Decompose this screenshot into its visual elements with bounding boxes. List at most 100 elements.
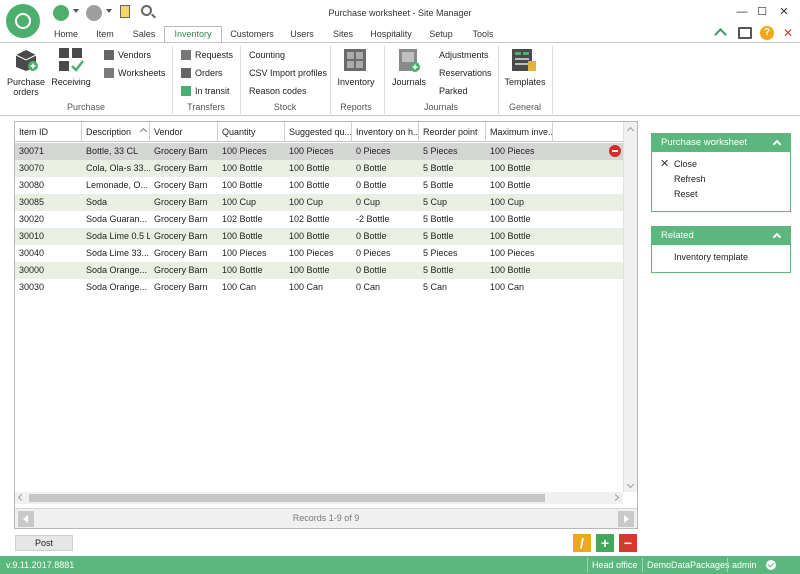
table-row[interactable]: 30085 Soda Grocery Barn 100 Cup 100 Cup … xyxy=(15,194,623,211)
cell-vendor: Grocery Barn xyxy=(154,265,208,275)
column-header-vendor[interactable]: Vendor xyxy=(150,122,218,142)
window-close-button[interactable]: ✕ xyxy=(774,4,794,20)
refresh-action[interactable]: Refresh xyxy=(652,172,790,187)
close-page-icon[interactable]: ✕ xyxy=(782,27,794,39)
worksheets-icon xyxy=(104,68,114,78)
parked-button[interactable]: Parked xyxy=(439,84,468,98)
ribbon-separator xyxy=(552,46,553,114)
requests-button[interactable]: Requests xyxy=(181,48,233,62)
panel-title: Purchase worksheet xyxy=(661,137,748,148)
table-row[interactable]: 30080 Lemonade, O... Grocery Barn 100 Bo… xyxy=(15,177,623,194)
horizontal-scrollbar[interactable] xyxy=(15,492,623,504)
related-panel-header[interactable]: Related xyxy=(652,227,790,245)
collapse-panel-icon[interactable] xyxy=(772,139,782,149)
next-page-button[interactable] xyxy=(618,511,634,527)
tab-users[interactable]: Users xyxy=(284,28,320,42)
tab-item[interactable]: Item xyxy=(89,28,121,42)
scroll-up-icon[interactable] xyxy=(626,126,635,135)
cell-quantity: 100 Pieces xyxy=(222,146,267,156)
cell-reorder-point: 5 Bottle xyxy=(423,163,454,173)
table-row[interactable]: 30020 Soda Guaran... Grocery Barn 102 Bo… xyxy=(15,211,623,228)
minimize-button[interactable]: — xyxy=(732,4,752,20)
cell-maximum-inventory: 100 Bottle xyxy=(490,214,531,224)
tab-home[interactable]: Home xyxy=(49,28,83,42)
maximize-button[interactable]: ☐ xyxy=(752,4,772,20)
title-bar: Purchase worksheet - Site Manager — ☐ ✕ xyxy=(0,0,800,38)
help-icon[interactable]: ? xyxy=(760,26,774,40)
worksheets-button[interactable]: Worksheets xyxy=(104,66,165,80)
tab-customers[interactable]: Customers xyxy=(226,28,278,42)
cell-suggested-quantity: 100 Pieces xyxy=(289,248,334,258)
purchase-worksheet-panel-header[interactable]: Purchase worksheet xyxy=(652,134,790,152)
cell-quantity: 100 Bottle xyxy=(222,231,263,241)
scroll-down-icon[interactable] xyxy=(626,480,635,489)
reservations-button[interactable]: Reservations xyxy=(439,66,492,80)
receiving-button[interactable]: Receiving xyxy=(50,77,92,87)
inventory-report-button[interactable]: Inventory xyxy=(333,77,379,87)
tab-sites[interactable]: Sites xyxy=(326,28,360,42)
post-button[interactable]: Post xyxy=(15,535,73,551)
vendors-icon xyxy=(104,50,114,60)
column-header-quantity[interactable]: Quantity xyxy=(218,122,285,142)
inventory-template-link[interactable]: Inventory template xyxy=(652,250,790,265)
reset-action[interactable]: Reset xyxy=(652,187,790,202)
collapse-panel-icon[interactable] xyxy=(772,232,782,242)
delete-row-icon[interactable] xyxy=(609,145,621,157)
reason-codes-button[interactable]: Reason codes xyxy=(249,84,307,98)
group-stock-label: Stock xyxy=(273,102,297,112)
purchase-worksheet-panel: Purchase worksheet ✕ Close Refresh Reset xyxy=(651,133,791,212)
print-icon[interactable] xyxy=(738,27,752,39)
edit-button[interactable]: / xyxy=(573,534,591,552)
cell-inventory-on-hand: 0 Bottle xyxy=(356,265,387,275)
status-separator xyxy=(727,558,728,572)
cell-reorder-point: 5 Bottle xyxy=(423,265,454,275)
adjustments-button[interactable]: Adjustments xyxy=(439,48,489,62)
column-header-inventory-on-hand[interactable]: Inventory on h... xyxy=(352,122,419,142)
delete-button[interactable]: − xyxy=(619,534,637,552)
cell-suggested-quantity: 102 Bottle xyxy=(289,214,330,224)
close-action[interactable]: ✕ Close xyxy=(652,157,790,172)
add-button[interactable]: + xyxy=(596,534,614,552)
templates-button[interactable]: Templates xyxy=(502,77,548,87)
tab-setup[interactable]: Setup xyxy=(422,28,460,42)
orders-button[interactable]: Orders xyxy=(181,66,223,80)
table-row[interactable]: 30030 Soda Orange... Grocery Barn 100 Ca… xyxy=(15,279,623,296)
receiving-icon xyxy=(59,48,84,72)
close-x-icon: ✕ xyxy=(660,158,670,170)
cell-suggested-quantity: 100 Bottle xyxy=(289,163,330,173)
column-header-suggested-quantity[interactable]: Suggested qu... xyxy=(285,122,352,142)
tab-sales[interactable]: Sales xyxy=(127,28,161,42)
table-row[interactable]: 30040 Soda Lime 33... Grocery Barn 100 P… xyxy=(15,245,623,262)
purchase-orders-button[interactable]: Purchase orders xyxy=(4,77,48,97)
group-transfers-label: Transfers xyxy=(187,102,225,112)
vertical-scrollbar[interactable] xyxy=(623,122,637,492)
column-header-item-id[interactable]: Item ID xyxy=(15,122,82,142)
purchase-orders-icon xyxy=(15,50,38,71)
status-bar: v.9.11.2017.8881 Head office DemoDataPac… xyxy=(0,556,800,574)
group-reports-label: Reports xyxy=(340,102,372,112)
vendors-label: Vendors xyxy=(118,50,152,60)
cell-item-id: 30000 xyxy=(19,265,45,275)
vendors-button[interactable]: Vendors xyxy=(104,48,151,62)
in-transit-button[interactable]: In transit xyxy=(181,84,230,98)
scroll-left-icon[interactable] xyxy=(17,493,26,502)
column-header-reorder-point[interactable]: Reorder point xyxy=(419,122,486,142)
counting-button[interactable]: Counting xyxy=(249,48,285,62)
tab-tools[interactable]: Tools xyxy=(466,28,500,42)
cell-maximum-inventory: 100 Can xyxy=(490,282,525,292)
journals-button[interactable]: Journals xyxy=(388,77,430,87)
table-row[interactable]: 30071 Bottle, 33 CL Grocery Barn 100 Pie… xyxy=(15,143,623,160)
worksheets-label: Worksheets xyxy=(118,68,166,78)
table-row[interactable]: 30070 Cola, Ola-s 33... Grocery Barn 100… xyxy=(15,160,623,177)
scroll-right-icon[interactable] xyxy=(611,493,620,502)
cell-description: Soda Orange... xyxy=(86,265,148,275)
column-header-maximum-inventory[interactable]: Maximum inve... xyxy=(486,122,553,142)
tab-hospitality[interactable]: Hospitality xyxy=(365,28,417,42)
table-row[interactable]: 30010 Soda Lime 0.5 L Grocery Barn 100 B… xyxy=(15,228,623,245)
templates-icon xyxy=(512,49,536,71)
horizontal-scroll-thumb[interactable] xyxy=(29,494,545,502)
cell-maximum-inventory: 100 Bottle xyxy=(490,231,531,241)
table-row[interactable]: 30000 Soda Orange... Grocery Barn 100 Bo… xyxy=(15,262,623,279)
csv-import-profiles-button[interactable]: CSV Import profiles xyxy=(249,66,327,80)
tab-inventory[interactable]: Inventory xyxy=(164,26,222,43)
